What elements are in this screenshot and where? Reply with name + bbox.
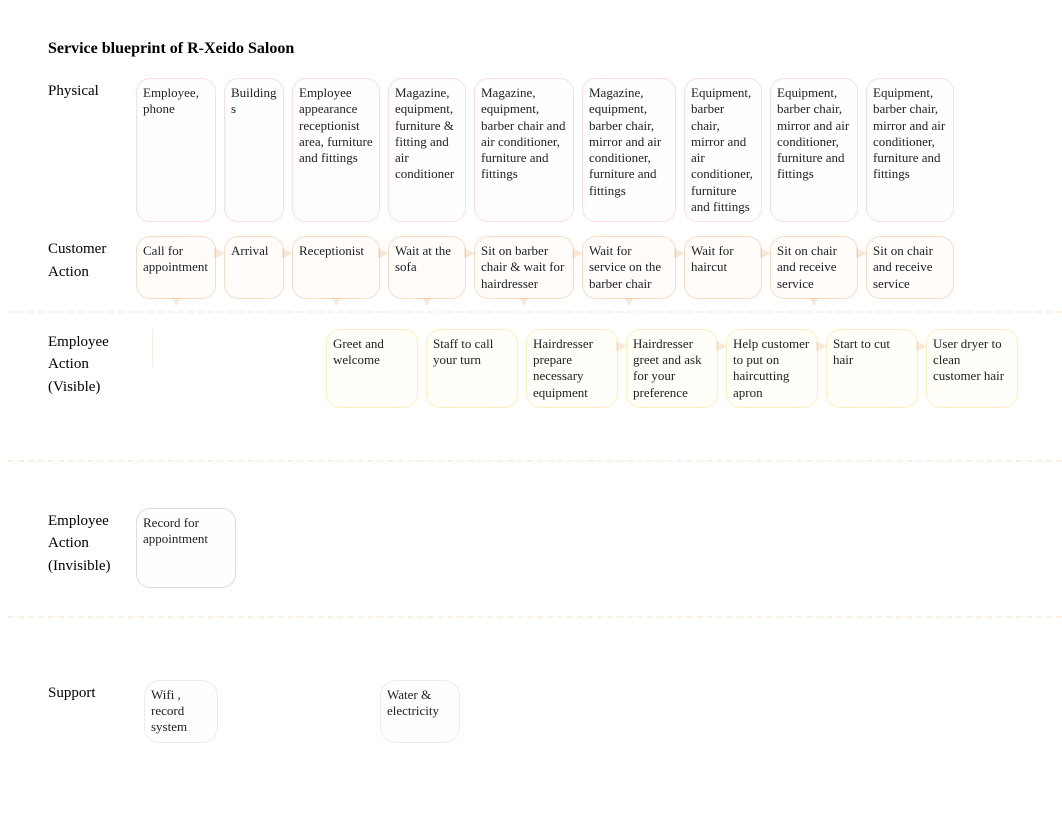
physical-cell: Equipment, barber chair, mirror and air … [770,78,858,222]
customer-cells: Call for appointment ▶ ▼ Arrival ▶ Recep… [136,236,1052,299]
physical-cell: Magazine, equipment, furniture & fitting… [388,78,466,222]
row-label-visible: Employee Action (Visible) [48,329,136,399]
physical-cells: Employee, phone Buildings Employee appea… [136,78,1052,222]
customer-cell: Wait for haircut ▶ [684,236,762,299]
divider-line-3 [8,616,1062,622]
customer-cell: Call for appointment ▶ ▼ [136,236,216,299]
row-customer: Customer Action Call for appointment ▶ ▼… [48,236,1052,299]
arrow-down-icon: ▼ [329,294,343,312]
physical-cell: Equipment, barber chair, mirror and air … [684,78,762,222]
support-cell: Wifi , record system [144,680,218,743]
visible-cell: Hairdresser prepare necessary equipment … [526,329,618,408]
customer-cell: Sit on barber chair & wait for hairdress… [474,236,574,299]
row-visible: Employee Action (Visible) Greet and welc… [48,329,1052,408]
row-label-customer: Customer Action [48,236,136,283]
visible-cells: Greet and welcome Staff to call your tur… [146,329,1052,408]
physical-cell: Equipment, barber chair, mirror and air … [866,78,954,222]
visible-cell: Greet and welcome [326,329,418,408]
support-cell: Water & electricity [380,680,460,743]
customer-cell: Sit on chair and receive service ▶ ▼ [770,236,858,299]
divider-line-2 [8,460,1062,466]
physical-cell: Buildings [224,78,284,222]
visible-cell: Staff to call your turn [426,329,518,408]
customer-cell: Wait for service on the barber chair ▶ ▼ [582,236,676,299]
row-label-physical: Physical [48,78,136,103]
visible-cell: Start to cut hair ▶ [826,329,918,408]
customer-cell: Sit on chair and receive service [866,236,954,299]
visible-cell: User dryer to clean customer hair [926,329,1018,408]
connector-line [152,329,180,367]
blueprint-container: Service blueprint of R-Xeido Saloon Phys… [0,0,1062,763]
row-invisible: Employee Action (Invisible) Record for a… [48,508,1052,588]
physical-cell: Employee, phone [136,78,216,222]
visible-cell: Hairdresser greet and ask for your prefe… [626,329,718,408]
row-support: Support Wifi , record system Water & ele… [48,680,1052,743]
arrow-down-icon: ▼ [622,294,636,312]
support-cells: Wifi , record system Water & electricity [144,680,1052,743]
page-title: Service blueprint of R-Xeido Saloon [48,40,1052,58]
arrow-down-icon: ▼ [169,294,183,312]
arrow-down-icon: ▼ [420,294,434,312]
customer-cell: Arrival ▶ [224,236,284,299]
physical-cell: Magazine, equipment, barber chair and ai… [474,78,574,222]
row-label-invisible: Employee Action (Invisible) [48,508,136,578]
physical-cell: Employee appearance receptionist area, f… [292,78,380,222]
divider-line-1 [8,311,1062,317]
row-physical: Physical Employee, phone Buildings Emplo… [48,78,1052,222]
invisible-cells: Record for appointment [136,508,1052,588]
physical-cell: Magazine, equipment, barber chair, mirro… [582,78,676,222]
arrow-down-icon: ▼ [807,294,821,312]
row-label-support: Support [48,680,136,705]
customer-cell: Receptionist ▶ ▼ [292,236,380,299]
arrow-down-icon: ▼ [517,294,531,312]
invisible-cell: Record for appointment [136,508,236,588]
customer-cell: Wait at the sofa ▶ ▼ [388,236,466,299]
visible-cell: Help customer to put on haircutting apro… [726,329,818,408]
